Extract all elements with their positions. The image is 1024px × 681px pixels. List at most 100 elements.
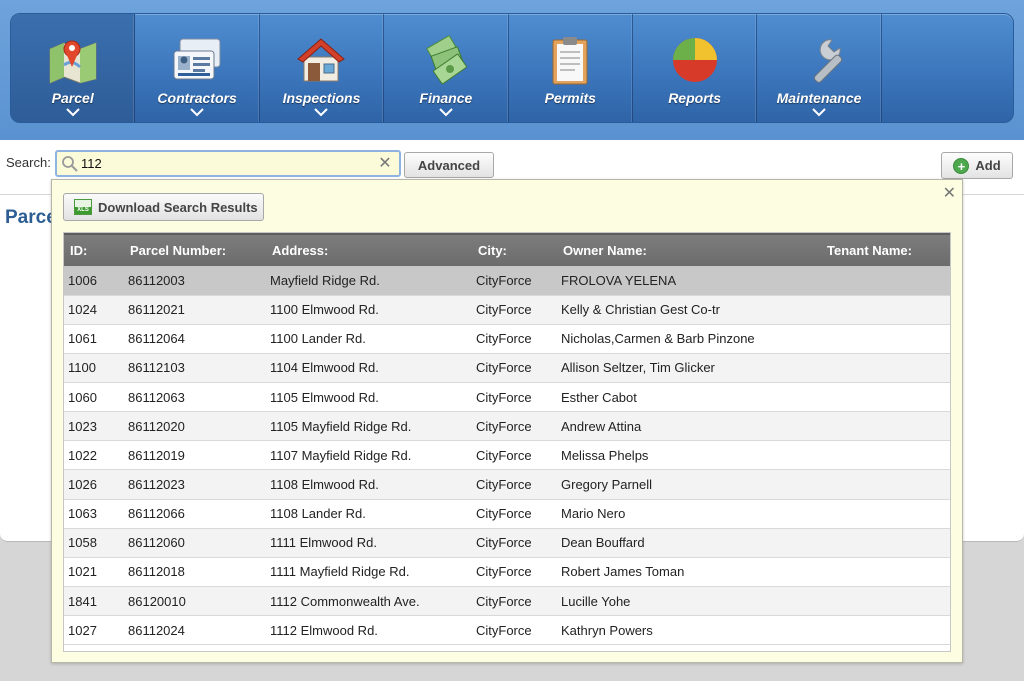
table-cell: 1060 <box>68 389 97 405</box>
table-cell: 1105 Mayfield Ridge Rd. <box>270 418 412 434</box>
table-cell: Robert James Toman <box>561 564 685 580</box>
col-header-owner-name[interactable]: Owner Name: <box>557 233 821 266</box>
table-cell: 1022 <box>68 447 97 463</box>
close-icon[interactable]: ✕ <box>943 183 956 203</box>
chevron-down-icon <box>812 108 826 117</box>
money-icon <box>418 32 474 88</box>
table-cell: 1111 Mayfield Ridge Rd. <box>270 564 410 580</box>
table-cell: 86112060 <box>128 535 185 551</box>
table-cell: CityForce <box>476 418 532 434</box>
search-value[interactable]: 112 <box>81 156 375 171</box>
table-cell: 1105 Elmwood Rd. <box>270 389 379 405</box>
table-cell: Dean Bouffard <box>561 535 645 551</box>
table-cell: 1026 <box>68 477 97 493</box>
table-header: ID: Parcel Number: Address: City: Owner … <box>64 233 950 266</box>
table-row[interactable]: 1021 86112018 1111 Mayfield Ridge Rd. CityF… <box>64 557 950 587</box>
table-cell: 1024 <box>68 302 97 318</box>
table-cell: FROLOVA YELENA <box>561 272 677 288</box>
table-cell: CityForce <box>476 302 532 318</box>
table-cell <box>821 324 950 353</box>
table-row[interactable]: 1026 86112023 1108 Elmwood Rd. CityForce Gre… <box>64 469 950 500</box>
table-cell: 86112063 <box>128 389 185 405</box>
table-cell: CityForce <box>476 506 532 522</box>
table-row[interactable]: 1027 86112024 1112 Elmwood Rd. CityForce Kat… <box>64 616 950 645</box>
table-row[interactable]: 1058 86112060 1111 Elmwood Rd. CityForce Dea… <box>64 528 950 558</box>
nav-item-inspections[interactable]: Inspections <box>260 14 385 122</box>
nav-item-permits[interactable]: Permits <box>509 14 633 122</box>
table-cell: 86112023 <box>128 477 185 493</box>
table-cell <box>821 295 950 324</box>
table-cell: Kathryn Powers <box>561 622 653 638</box>
nav-label: Contractors <box>157 90 237 106</box>
col-header-tenant-name[interactable]: Tenant Name: <box>821 233 950 266</box>
download-results-button[interactable]: XLS Download Search Results <box>63 193 264 221</box>
table-cell <box>821 470 950 499</box>
search-icon <box>62 155 78 172</box>
table-cell: 1108 Elmwood Rd. <box>270 477 379 493</box>
table-cell: Esther Cabot <box>561 389 637 405</box>
table-cell: Mario Nero <box>561 506 626 522</box>
search-input[interactable]: 112 ✕ <box>55 150 401 177</box>
table-cell: CityForce <box>476 564 532 580</box>
table-cell: 86112064 <box>128 331 185 347</box>
nav-label: Parcel <box>51 90 94 106</box>
table-row[interactable]: 1061 86112064 1100 Lander Rd. CityForce Nich… <box>64 324 950 354</box>
table-cell: 1111 Elmwood Rd. <box>270 535 377 551</box>
chevron-down-icon <box>439 108 453 117</box>
table-cell: 1100 <box>68 360 96 376</box>
table-cell: Nicholas,Carmen & Barb Pinzone <box>561 331 755 347</box>
table-cell: CityForce <box>476 331 532 347</box>
table-row[interactable]: 1006 86112003 Mayfield Ridge Rd. CityForce F… <box>64 266 950 296</box>
table-row[interactable]: 1841 86120010 1112 Commonwealth Ave. CityFo… <box>64 586 950 616</box>
nav-item-reports[interactable]: Reports <box>633 14 758 122</box>
table-row[interactable]: 1100 86112103 1104 Elmwood Rd. CityForce All… <box>64 353 950 383</box>
plus-icon: + <box>953 157 970 174</box>
table-cell <box>821 441 950 470</box>
table-row[interactable]: 1024 86112021 1100 Elmwood Rd. CityForce Kel… <box>64 295 950 325</box>
search-label: Search: <box>6 155 51 170</box>
col-header-address[interactable]: Address: <box>266 233 472 266</box>
table-row[interactable]: 1022 86112019 1107 Mayfield Ridge Rd. CityF… <box>64 441 950 470</box>
table-cell: Mayfield Ridge Rd. <box>270 272 380 288</box>
table-cell: 1027 <box>68 622 97 638</box>
nav-label: Reports <box>668 90 722 106</box>
nav-item-finance[interactable]: Finance <box>384 14 509 122</box>
add-button[interactable]: + Add <box>941 152 1013 179</box>
xls-badge: XLS <box>75 207 91 214</box>
advanced-button[interactable]: Advanced <box>404 152 494 178</box>
table-cell: CityForce <box>476 593 532 609</box>
spreadsheet-icon: XLS <box>74 199 92 215</box>
table-row[interactable]: 1023 86112020 1105 Mayfield Ridge Rd. CityF… <box>64 411 950 441</box>
table-cell: CityForce <box>476 360 532 376</box>
search-results-panel: ✕ XLS Download Search Results ID: Parcel… <box>51 179 963 663</box>
table-cell: 1112 Elmwood Rd. <box>270 622 378 638</box>
col-header-id[interactable]: ID: <box>64 233 124 266</box>
table-cell: 1112 Commonwealth Ave. <box>270 593 420 609</box>
download-label: Download Search Results <box>98 199 258 215</box>
table-cell <box>821 616 950 645</box>
table-row[interactable]: 1060 86112063 1105 Elmwood Rd. CityForce Est… <box>64 383 950 412</box>
table-row[interactable]: 1063 86112066 1108 Lander Rd. CityForce Mari… <box>64 499 950 529</box>
nav-label: Maintenance <box>776 90 862 106</box>
clear-icon[interactable]: ✕ <box>375 154 395 174</box>
table-cell: CityForce <box>476 477 532 493</box>
col-header-parcel-number[interactable]: Parcel Number: <box>124 233 266 266</box>
table-cell: CityForce <box>476 447 532 463</box>
table-cell: 1061 <box>68 331 97 347</box>
table-cell <box>821 353 950 382</box>
col-header-city[interactable]: City: <box>472 233 557 266</box>
nav-item-maintenance[interactable]: Maintenance <box>757 14 882 122</box>
id-card-icon <box>169 32 225 88</box>
house-icon <box>293 32 349 88</box>
nav-item-parcel[interactable]: Parcel <box>11 14 136 122</box>
table-cell: 1023 <box>68 418 97 434</box>
table-cell: Gregory Parnell <box>561 477 653 493</box>
table-cell <box>821 499 950 528</box>
table-cell: Lucille Yohe <box>561 593 631 609</box>
page-title: Parce <box>5 207 57 228</box>
nav-item-contractors[interactable]: Contractors <box>135 14 260 122</box>
clipboard-icon <box>542 32 598 88</box>
table-cell: 86112020 <box>128 418 185 434</box>
table-cell: CityForce <box>476 272 532 288</box>
wrench-icon <box>791 32 847 88</box>
